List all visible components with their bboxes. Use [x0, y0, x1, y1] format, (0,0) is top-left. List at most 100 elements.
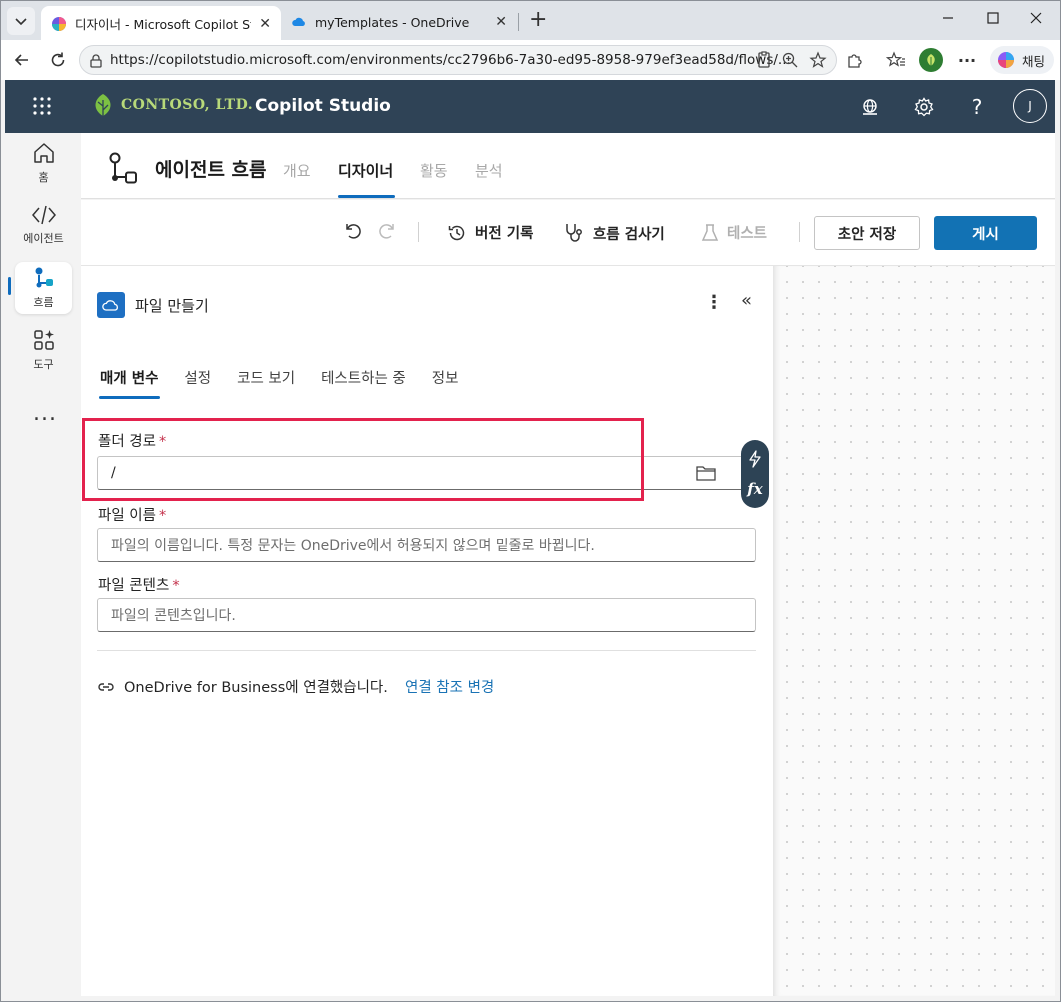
rail-item-home[interactable]: 홈: [15, 137, 72, 189]
tab-code-view[interactable]: 코드 보기: [237, 367, 295, 388]
copilot-studio-favicon: [52, 16, 66, 31]
redo-icon: [379, 224, 394, 239]
file-content-label: 파일 콘텐츠 *: [98, 574, 180, 595]
url-text: https://copilotstudio.microsoft.com/envi…: [110, 52, 791, 68]
home-icon: [33, 143, 54, 163]
tab-testing[interactable]: 테스트하는 중: [321, 367, 406, 388]
file-name-input[interactable]: 파일의 이름입니다. 특정 문자는 OneDrive에서 허용되지 않으며 밑줄…: [97, 528, 756, 562]
folder-path-highlight-box: [82, 418, 644, 501]
settings-icon[interactable]: [912, 95, 936, 119]
flow-checker-label: 흐름 검사기: [593, 226, 665, 243]
history-icon: [448, 225, 465, 240]
avatar[interactable]: J: [1013, 89, 1047, 123]
tab-activity[interactable]: 활동: [420, 160, 448, 181]
url-bar[interactable]: https://copilotstudio.microsoft.com/envi…: [79, 45, 837, 75]
new-tab-icon[interactable]: +: [529, 9, 547, 31]
more-options-icon[interactable]: ⋮: [705, 292, 723, 313]
expression-fx-icon[interactable]: fx: [747, 480, 762, 498]
product-name[interactable]: Copilot Studio: [255, 96, 391, 116]
file-name-label-text: 파일 이름: [98, 508, 156, 524]
panel-header: 파일 만들기: [97, 292, 209, 318]
browser-tab-onedrive[interactable]: myTemplates - OneDrive ✕: [281, 6, 517, 38]
designer-toolbar: 버전 기록 흐름 검사기 테스트 초안 저장 게시: [81, 200, 1055, 266]
company-logo[interactable]: CONTOSO, LTD.: [91, 92, 253, 118]
zoom-icon[interactable]: [779, 49, 801, 71]
rail-more-icon[interactable]: ...: [33, 401, 57, 426]
file-content-input[interactable]: 파일의 콘텐츠입니다.: [97, 598, 756, 632]
undo-icon: [346, 224, 361, 239]
save-draft-button[interactable]: 초안 저장: [814, 216, 920, 250]
folder-picker-icon[interactable]: [695, 464, 717, 482]
environment-icon[interactable]: [858, 95, 882, 119]
tab-parameters[interactable]: 매개 변수: [100, 367, 158, 388]
browser-tab-bar: 디자이너 - Microsoft Copilot Studio ✕ myTemp…: [0, 0, 1061, 41]
flow-checker-button[interactable]: 흐름 검사기: [563, 222, 665, 244]
tab-about[interactable]: 정보: [432, 367, 459, 388]
rail-item-flow[interactable]: 흐름: [15, 262, 72, 314]
version-history-button[interactable]: 버전 기록: [447, 222, 533, 243]
close-tab-icon[interactable]: ✕: [259, 16, 271, 32]
toolbar-divider: [799, 222, 800, 242]
test-label: 테스트: [727, 226, 768, 242]
browser-tab-designer[interactable]: 디자이너 - Microsoft Copilot Studio ✕: [41, 6, 281, 41]
file-content-label-text: 파일 콘텐츠: [98, 578, 170, 594]
active-tab-underline: [99, 396, 160, 399]
file-name-placeholder: 파일의 이름입니다. 특정 문자는 OneDrive에서 허용되지 않으며 밑줄…: [111, 538, 595, 554]
waffle-icon[interactable]: [33, 97, 51, 119]
onedrive-favicon: [292, 17, 305, 26]
link-icon: [98, 682, 114, 691]
onedrive-icon: [97, 292, 125, 318]
page-header: 에이전트 흐름 개요 디자이너 활동 분석: [81, 133, 1055, 199]
close-window-icon[interactable]: [1029, 10, 1043, 29]
change-connection-link[interactable]: 연결 참조 변경: [405, 676, 494, 697]
back-icon[interactable]: [11, 49, 33, 71]
required-marker: *: [158, 508, 167, 524]
profile-icon[interactable]: [919, 48, 943, 72]
lightning-icon[interactable]: [748, 450, 762, 468]
rail-item-tools[interactable]: 도구: [15, 324, 72, 376]
designer-canvas[interactable]: [773, 266, 1055, 996]
app-header: CONTOSO, LTD. Copilot Studio ? J: [5, 80, 1055, 133]
collapse-panel-icon[interactable]: «: [741, 290, 752, 311]
lock-icon[interactable]: [89, 53, 103, 69]
publish-button[interactable]: 게시: [934, 216, 1037, 250]
tab-analytics[interactable]: 분석: [475, 160, 503, 181]
more-icon[interactable]: ···: [956, 49, 978, 71]
tab-separator: [518, 13, 519, 31]
refresh-icon[interactable]: [47, 49, 69, 71]
tab-settings[interactable]: 설정: [184, 367, 211, 388]
rail-label: 도구: [33, 358, 54, 371]
tab-overview[interactable]: 개요: [283, 160, 311, 181]
flow-icon: [35, 267, 53, 288]
rail-label: 흐름: [33, 296, 54, 309]
address-toolbar: https://copilotstudio.microsoft.com/envi…: [0, 40, 1061, 80]
tab-designer[interactable]: 디자이너: [338, 160, 393, 181]
version-history-label: 버전 기록: [475, 226, 534, 242]
tab-list-icon[interactable]: [7, 7, 35, 35]
required-marker: *: [172, 578, 180, 594]
undo-button[interactable]: [343, 221, 363, 241]
toolbar-divider: [418, 222, 419, 242]
favorites-icon[interactable]: [885, 49, 907, 71]
active-tab-underline: [338, 195, 395, 198]
copilot-chat-button[interactable]: 채팅: [990, 46, 1054, 74]
rail-label: 에이전트: [23, 232, 64, 245]
minimize-icon[interactable]: [941, 10, 955, 29]
help-icon[interactable]: ?: [965, 95, 989, 119]
file-name-label: 파일 이름 *: [98, 504, 166, 525]
rail-item-agent[interactable]: 에이전트: [15, 199, 72, 251]
maximize-icon[interactable]: [986, 10, 1000, 29]
browser-tab-title: myTemplates - OneDrive: [315, 14, 470, 30]
reader-icon[interactable]: [753, 49, 775, 71]
panel-title: 파일 만들기: [135, 296, 209, 315]
page-title: 에이전트 흐름: [155, 159, 267, 181]
extensions-icon[interactable]: [844, 49, 866, 71]
copilot-icon: [998, 52, 1014, 68]
redo-button[interactable]: [377, 221, 397, 241]
close-tab-icon[interactable]: ✕: [495, 14, 507, 30]
rail-label: 홈: [38, 171, 49, 184]
test-button[interactable]: 테스트: [701, 222, 767, 243]
stethoscope-icon: [566, 224, 582, 242]
browser-tab-title: 디자이너 - Microsoft Copilot Studio: [75, 17, 251, 32]
favorite-icon[interactable]: [807, 49, 829, 71]
